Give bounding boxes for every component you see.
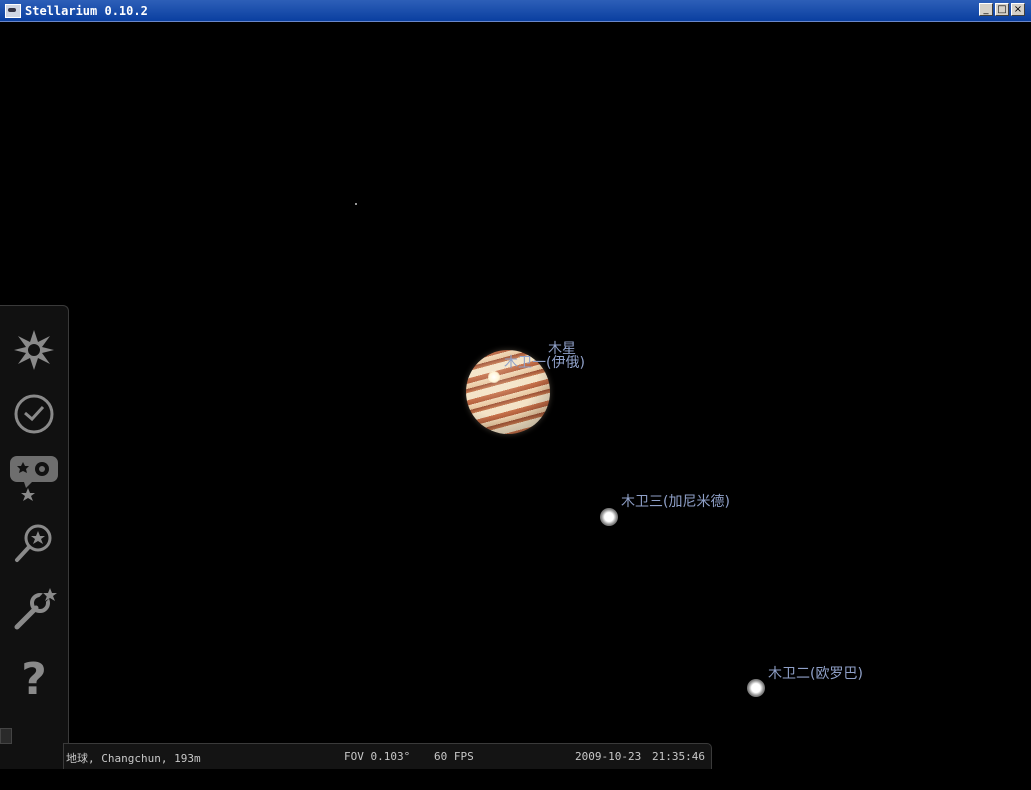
europa-moon[interactable] — [747, 679, 765, 697]
fps-status: 60 FPS — [434, 750, 474, 763]
maximize-button[interactable]: □ — [995, 3, 1009, 16]
location-status: 地球, Changchun, 193m — [66, 752, 201, 765]
configuration-icon[interactable] — [8, 584, 60, 636]
moon-label-europa: 木卫二(欧罗巴) — [768, 666, 863, 682]
window-title: Stellarium 0.10.2 — [25, 3, 148, 18]
app-icon[interactable] — [5, 3, 21, 18]
star[interactable] — [355, 203, 357, 205]
location-icon[interactable] — [8, 324, 60, 376]
moon-label-io: 木卫一(伊俄) — [504, 355, 585, 371]
left-toolbar: ? — [0, 305, 69, 769]
minimize-button[interactable]: _ — [979, 3, 993, 16]
close-button[interactable]: × — [1011, 3, 1025, 16]
toolbar-handle[interactable] — [0, 728, 12, 744]
window-titlebar[interactable]: Stellarium 0.10.2 _ □ × — [0, 0, 1031, 22]
window-controls: _ □ × — [979, 3, 1025, 16]
moon-label-ganymede: 木卫三(加尼米德) — [621, 494, 730, 510]
io-moon[interactable] — [488, 371, 500, 383]
ganymede-moon[interactable] — [600, 508, 618, 526]
search-icon[interactable] — [8, 518, 60, 570]
fov-status: FOV 0.103° — [344, 750, 411, 763]
svg-text:?: ? — [21, 654, 47, 702]
date-status: 2009-10-23 — [575, 750, 642, 763]
help-icon[interactable]: ? — [8, 652, 60, 704]
sky-viewing-options-icon[interactable] — [8, 452, 60, 504]
time-status: 21:35:46 — [652, 750, 705, 763]
sky-view[interactable]: 木星 木卫一(伊俄) 木卫三(加尼米德) 木卫二(欧罗巴) — [4, 22, 1030, 790]
clock-icon[interactable] — [8, 388, 60, 440]
